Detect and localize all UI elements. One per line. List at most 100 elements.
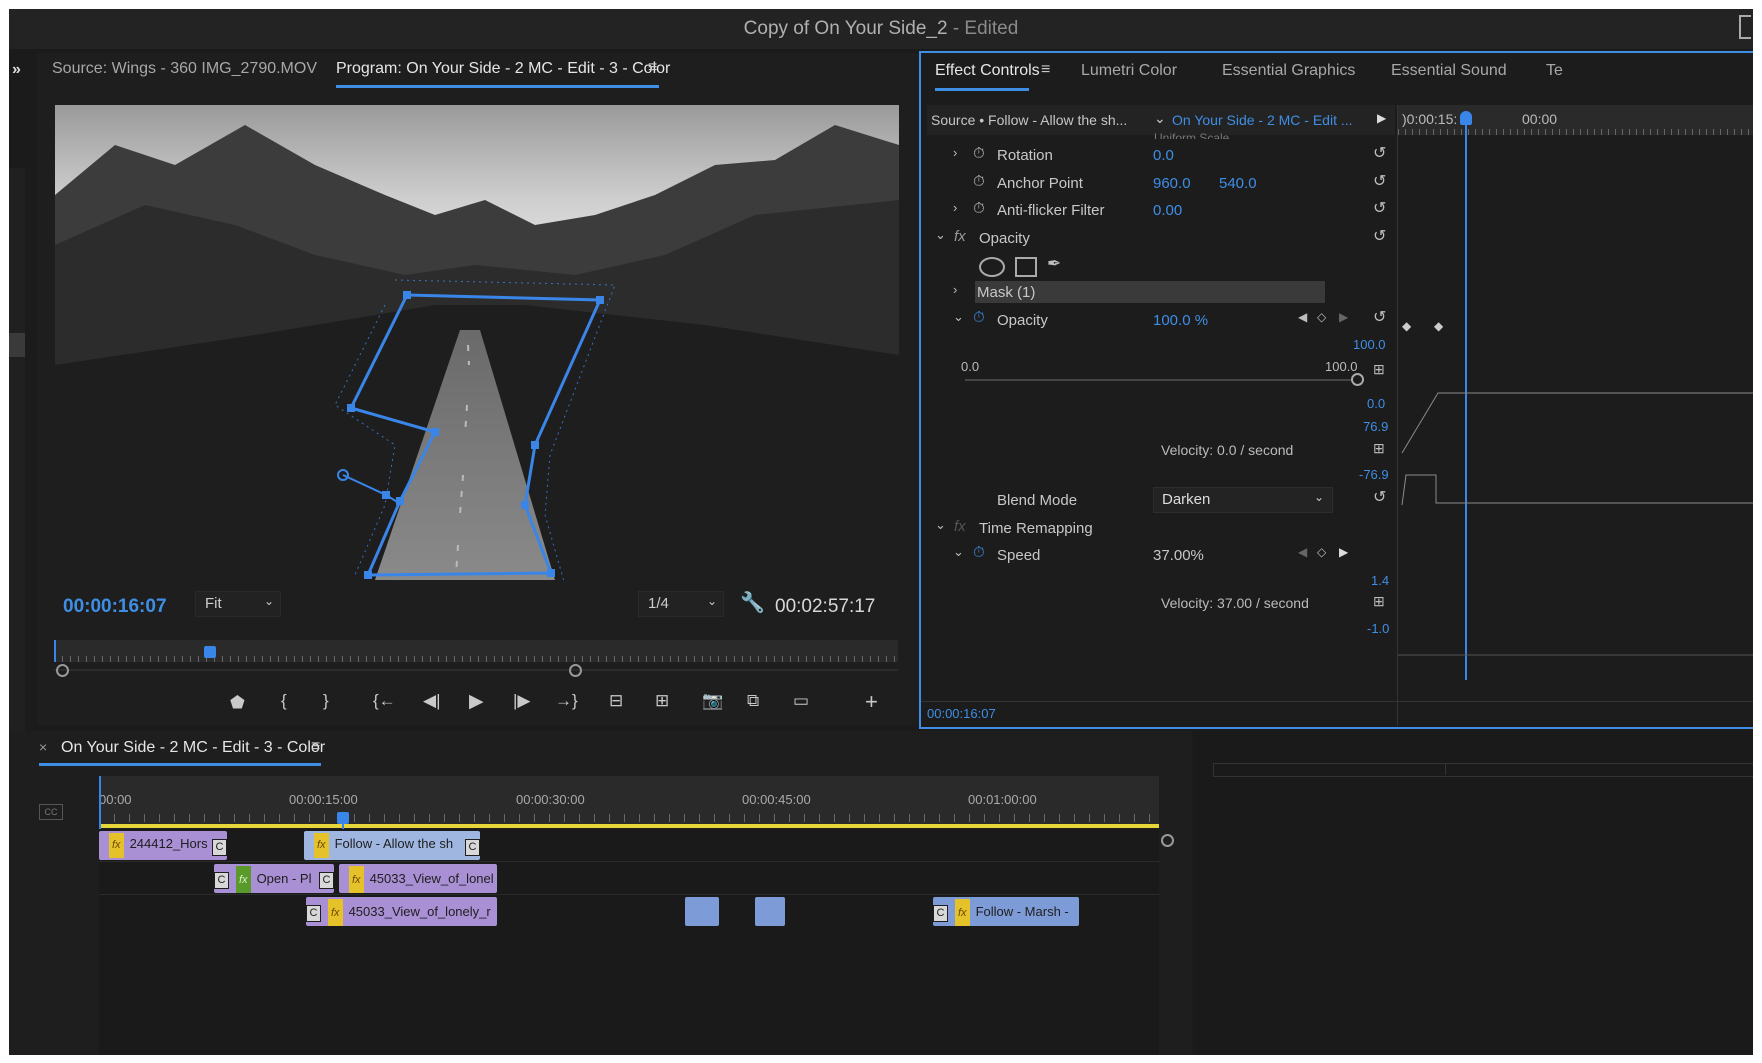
clip-45033-view-lonel[interactable]: fx 45033_View_of_lonel	[339, 864, 497, 893]
tab-essential-sound[interactable]: Essential Sound	[1391, 62, 1507, 80]
timeline-zoom-handle[interactable]	[1161, 834, 1174, 847]
add-keyframe-icon[interactable]: ◇	[1317, 310, 1326, 324]
rotation-value[interactable]: 0.0	[1153, 147, 1174, 164]
step-back-icon[interactable]: ◀|	[423, 691, 441, 711]
opacity-slider-track[interactable]	[965, 379, 1357, 381]
graph-toggle-icon[interactable]: ⊞	[1373, 440, 1385, 457]
comparison-view-icon[interactable]: ⧉	[747, 691, 759, 711]
mask-row[interactable]: Mask (1)	[975, 281, 1325, 303]
reset-icon[interactable]: ↺	[1373, 307, 1386, 327]
tab-source-monitor[interactable]: Source: Wings - 360 IMG_2790.MOV	[52, 60, 317, 78]
add-button-icon[interactable]: +	[865, 689, 878, 715]
export-frame-icon[interactable]: 📷	[702, 691, 723, 711]
clip-block-b[interactable]	[755, 897, 785, 926]
mark-out-icon[interactable]: }	[323, 691, 329, 711]
rectangle-mask-icon[interactable]	[1015, 257, 1037, 277]
stopwatch-active-icon[interactable]: ⏱	[973, 309, 985, 326]
pen-mask-icon[interactable]: ✒	[1047, 254, 1061, 274]
program-current-time[interactable]: 00:00:16:07	[63, 596, 167, 618]
tab-essential-graphics[interactable]: Essential Graphics	[1222, 62, 1355, 80]
keyframe-diamond-icon[interactable]: ◆	[1402, 319, 1411, 333]
chevron-right-icon[interactable]: ›	[953, 282, 957, 297]
opacity-value[interactable]: 100.0 %	[1153, 312, 1208, 329]
next-keyframe-icon[interactable]: ▶	[1339, 310, 1348, 324]
zoom-handle-left[interactable]	[56, 664, 69, 677]
expand-panels-icon[interactable]: »	[12, 61, 21, 79]
tab-effect-controls[interactable]: Effect Controls	[935, 62, 1040, 80]
work-area-bar[interactable]	[99, 824, 1159, 828]
anchor-x-value[interactable]: 960.0	[1153, 175, 1191, 192]
next-keyframe-icon[interactable]: ▶	[1339, 545, 1348, 559]
reset-icon[interactable]: ↺	[1373, 143, 1386, 163]
tab-program-monitor[interactable]: Program: On Your Side - 2 MC - Edit - 3 …	[336, 60, 670, 78]
clip-follow-allow[interactable]: fx Follow - Allow the sh C	[304, 831, 480, 860]
timeline-ruler[interactable]: 00:00 00:00:15:00 00:00:30:00 00:00:45:0…	[99, 776, 1159, 828]
wrench-icon[interactable]: 🔧	[740, 590, 765, 615]
chevron-down-icon[interactable]: ⌄	[953, 309, 964, 325]
reset-icon[interactable]: ↺	[1373, 198, 1386, 218]
play-icon[interactable]: ▶	[469, 690, 484, 713]
keyframe-diamond-icon[interactable]: ◆	[1434, 319, 1443, 333]
blend-mode-dropdown[interactable]: Darken ⌄	[1153, 487, 1333, 513]
reset-icon[interactable]: ↺	[1373, 487, 1386, 507]
fx-icon[interactable]: fx	[954, 228, 966, 245]
prev-keyframe-icon[interactable]: ◀	[1298, 310, 1307, 324]
stopwatch-active-icon[interactable]: ⏱	[973, 544, 985, 561]
reset-icon[interactable]: ↺	[1373, 226, 1386, 246]
captions-icon[interactable]: CC	[39, 804, 63, 820]
fit-dropdown[interactable]: Fit ⌄	[195, 591, 281, 617]
stopwatch-icon[interactable]: ⏱	[973, 173, 985, 190]
playhead-handle[interactable]	[204, 646, 216, 658]
chevron-down-icon[interactable]: ⌄	[935, 227, 946, 243]
window-control-icon[interactable]	[1739, 15, 1751, 39]
tab-timeline-sequence[interactable]: On Your Side - 2 MC - Edit - 3 - Color	[61, 739, 325, 757]
effect-current-time[interactable]: 00:00:16:07	[927, 706, 996, 721]
graph-toggle-icon[interactable]: ⊞	[1373, 361, 1385, 378]
prev-keyframe-icon[interactable]: ◀	[1298, 545, 1307, 559]
reset-icon[interactable]: ↺	[1373, 171, 1386, 191]
clip-open-pl[interactable]: C fx Open - Pl C	[214, 864, 334, 893]
panel-menu-icon[interactable]: ≡	[1041, 61, 1050, 79]
stopwatch-icon[interactable]: ⏱	[973, 200, 985, 217]
zoom-handle-right[interactable]	[569, 664, 582, 677]
tab-truncated[interactable]: Te	[1546, 62, 1563, 80]
opacity-slider-thumb[interactable]	[1351, 373, 1364, 386]
resolution-dropdown[interactable]: 1/4 ⌄	[638, 591, 724, 617]
stopwatch-icon[interactable]: ⏱	[973, 145, 985, 162]
marker-icon[interactable]: ⬟	[230, 693, 245, 713]
anchor-y-value[interactable]: 540.0	[1219, 175, 1257, 192]
tab-lumetri-color[interactable]: Lumetri Color	[1081, 62, 1177, 80]
play-only-icon[interactable]: ▶	[1377, 111, 1386, 125]
mini-playhead-handle[interactable]	[1460, 111, 1472, 125]
extract-icon[interactable]: ⊞	[655, 691, 669, 711]
fx-icon[interactable]: fx	[954, 518, 966, 535]
go-to-in-icon[interactable]: {←	[373, 691, 396, 711]
sequence-label[interactable]: On Your Side - 2 MC - Edit ...	[1172, 112, 1353, 128]
close-icon[interactable]: ×	[39, 739, 47, 755]
speed-value[interactable]: 37.00%	[1153, 547, 1204, 564]
clip-follow-marsh[interactable]: C fx Follow - Marsh -	[933, 897, 1079, 926]
chevron-down-icon[interactable]: ⌄	[935, 517, 946, 533]
clip-block-a[interactable]	[685, 897, 719, 926]
program-scrubber[interactable]	[54, 640, 898, 662]
proxy-toggle-icon[interactable]: ▭	[793, 691, 809, 711]
add-keyframe-icon[interactable]: ◇	[1317, 545, 1326, 559]
panel-menu-icon[interactable]: ≡	[311, 738, 320, 756]
keyframe-area[interactable]: )0:00:15: 00:00 ◆ ◆	[1397, 105, 1753, 748]
anti-flicker-value[interactable]: 0.00	[1153, 202, 1182, 219]
mark-in-icon[interactable]: {	[281, 691, 287, 711]
chevron-down-icon[interactable]: ⌄	[1154, 110, 1166, 127]
step-forward-icon[interactable]: |▶	[513, 691, 531, 711]
scroll-handle[interactable]	[9, 333, 25, 357]
video-frame[interactable]	[55, 105, 899, 580]
clip-45033-view-lonely-r[interactable]: C fx 45033_View_of_lonely_r	[306, 897, 497, 926]
clip-244412-hors[interactable]: fx 244412_Hors C	[99, 831, 227, 860]
chevron-right-icon[interactable]: ›	[953, 200, 957, 215]
graph-toggle-icon[interactable]: ⊞	[1373, 593, 1385, 610]
chevron-right-icon[interactable]: ›	[953, 145, 957, 160]
ellipse-mask-icon[interactable]	[979, 257, 1005, 277]
source-clip-label[interactable]: Source • Follow - Allow the sh...	[931, 112, 1127, 128]
lift-icon[interactable]: ⊟	[609, 691, 623, 711]
go-to-out-icon[interactable]: →}	[555, 691, 578, 711]
panel-menu-icon[interactable]: ≡	[648, 59, 657, 77]
